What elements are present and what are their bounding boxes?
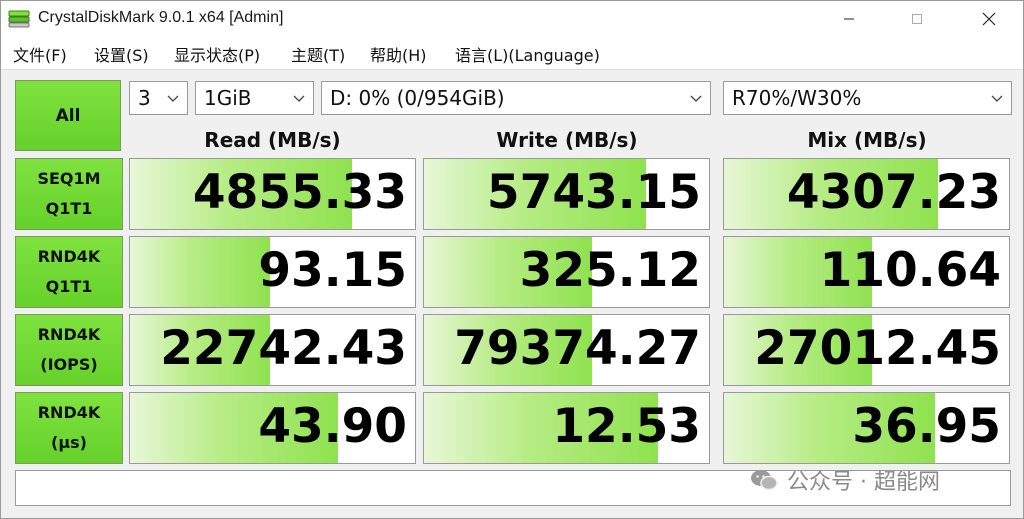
all-button[interactable]: All <box>15 80 121 151</box>
row-label-line2: (μs) <box>51 433 87 452</box>
mix-value: 4307.23 <box>786 165 1001 220</box>
result-mix-rnd4k: 110.64 <box>723 236 1010 308</box>
menu-display[interactable]: 显示状态(P) <box>174 42 260 66</box>
row-label-line1: RND4K <box>37 403 101 422</box>
row-label-line2: Q1T1 <box>45 199 93 218</box>
minimize-button[interactable] <box>819 1 879 37</box>
mix-value: 110.64 <box>819 243 1001 298</box>
app-window: CrystalDiskMark 9.0.1 x64 [Admin] 文件(F) … <box>0 0 1024 519</box>
row-label-line1: RND4K <box>37 247 101 266</box>
read-value: 22742.43 <box>160 321 407 376</box>
menu-theme[interactable]: 主题(T) <box>291 42 345 66</box>
test-count-select[interactable]: 3 <box>129 81 188 115</box>
drive-select[interactable]: D: 0% (0/954GiB) <box>321 81 711 115</box>
result-read-rnd4k: 93.15 <box>129 236 416 308</box>
result-mix-seq1m: 4307.23 <box>723 158 1010 230</box>
write-value: 79374.27 <box>454 321 701 376</box>
menu-help[interactable]: 帮助(H) <box>370 42 427 66</box>
result-write-latency: 12.53 <box>423 392 710 464</box>
watermark: 公众号 · 超能网 <box>749 465 940 495</box>
chevron-down-icon <box>293 95 305 102</box>
read-value: 93.15 <box>258 243 407 298</box>
rnd4k-iops-button[interactable]: RND4K (IOPS) <box>15 314 123 386</box>
write-value: 325.12 <box>519 243 701 298</box>
watermark-text: 公众号 · 超能网 <box>787 470 940 495</box>
rnd4k-q1t1-button[interactable]: RND4K Q1T1 <box>15 236 123 308</box>
row-label-line1: SEQ1M <box>37 169 101 188</box>
row-label-line2: (IOPS) <box>40 355 98 374</box>
window-title: CrystalDiskMark 9.0.1 x64 [Admin] <box>38 9 284 26</box>
test-size-select[interactable]: 1GiB <box>195 81 314 115</box>
wechat-icon <box>751 470 778 491</box>
result-write-seq1m: 5743.15 <box>423 158 710 230</box>
result-write-iops: 79374.27 <box>423 314 710 386</box>
menu-bar: 文件(F) 设置(S) 显示状态(P) 主题(T) 帮助(H) 语言(L)(La… <box>1 37 1023 70</box>
mix-ratio-select[interactable]: R70%/W30% <box>723 81 1012 115</box>
result-mix-latency: 36.95 <box>723 392 1010 464</box>
app-disk-icon <box>8 10 30 28</box>
chevron-down-icon <box>690 95 702 102</box>
test-count-value: 3 <box>138 86 151 110</box>
read-header: Read (MB/s) <box>204 128 341 152</box>
read-value: 43.90 <box>258 399 407 454</box>
chevron-down-icon <box>991 95 1003 102</box>
test-size-value: 1GiB <box>204 86 252 110</box>
read-value: 4855.33 <box>192 165 407 220</box>
result-read-latency: 43.90 <box>129 392 416 464</box>
menu-language[interactable]: 语言(L)(Language) <box>455 42 600 66</box>
row-label-line1: RND4K <box>37 325 101 344</box>
drive-value: D: 0% (0/954GiB) <box>330 86 505 110</box>
minimize-icon <box>844 18 854 20</box>
result-write-rnd4k: 325.12 <box>423 236 710 308</box>
result-mix-iops: 27012.45 <box>723 314 1010 386</box>
rnd4k-latency-button[interactable]: RND4K (μs) <box>15 392 123 464</box>
write-value: 12.53 <box>552 399 701 454</box>
mix-value: 27012.45 <box>754 321 1001 376</box>
mix-header: Mix (MB/s) <box>807 128 927 152</box>
chevron-down-icon <box>167 95 179 102</box>
menu-settings[interactable]: 设置(S) <box>94 42 149 66</box>
result-read-iops: 22742.43 <box>129 314 416 386</box>
maximize-button[interactable] <box>887 1 947 37</box>
seq1m-q1t1-button[interactable]: SEQ1M Q1T1 <box>15 158 123 230</box>
read-bar <box>130 237 270 307</box>
result-read-seq1m: 4855.33 <box>129 158 416 230</box>
write-value: 5743.15 <box>486 165 701 220</box>
mix-value: 36.95 <box>852 399 1001 454</box>
close-button[interactable] <box>959 1 1019 37</box>
menu-file[interactable]: 文件(F) <box>13 42 67 66</box>
mix-ratio-value: R70%/W30% <box>732 86 862 110</box>
row-label-line2: Q1T1 <box>45 277 93 296</box>
close-icon <box>982 12 996 26</box>
title-bar: CrystalDiskMark 9.0.1 x64 [Admin] <box>1 1 1023 37</box>
write-header: Write (MB/s) <box>496 128 638 152</box>
maximize-icon <box>912 14 922 24</box>
